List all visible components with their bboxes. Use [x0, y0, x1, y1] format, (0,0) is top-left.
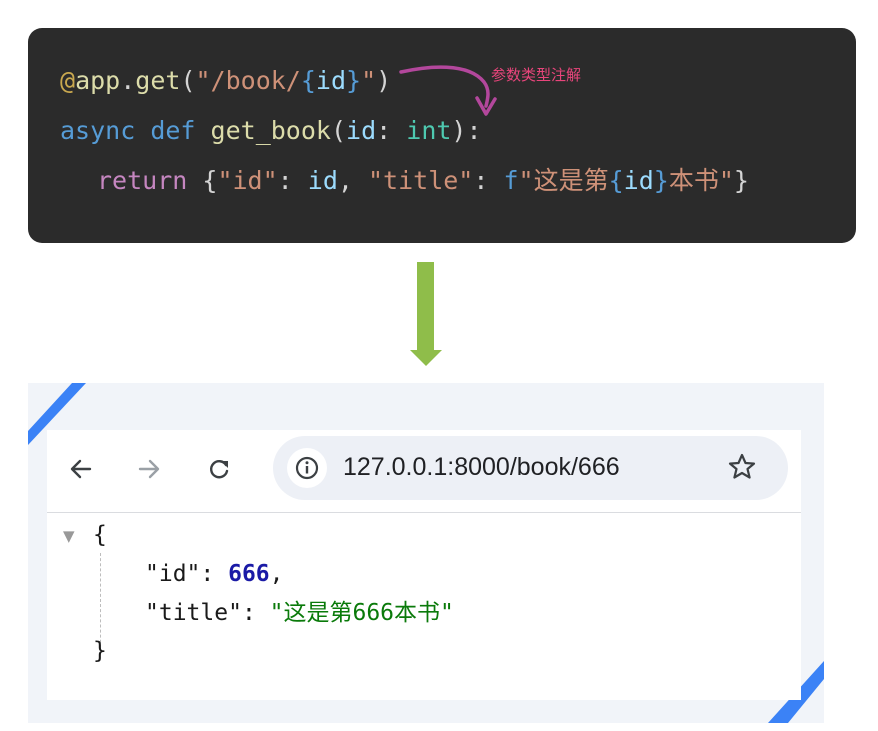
star-icon[interactable] [727, 452, 757, 489]
json-viewer: ▼ { "id": 666, "title": "这是第666本书" } [47, 513, 801, 700]
browser-window: 127.0.0.1:8000/book/666 ▼ { "id": 666, "… [47, 430, 801, 700]
json-close-brace: } [93, 638, 107, 664]
collapse-triangle-icon[interactable]: ▼ [63, 527, 75, 545]
info-icon[interactable] [287, 448, 327, 488]
back-arrow-icon[interactable] [62, 450, 100, 488]
reload-icon[interactable] [200, 450, 238, 488]
json-row-id: "id": 666, [145, 561, 284, 587]
address-bar[interactable]: 127.0.0.1:8000/book/666 [273, 436, 788, 500]
json-value-title: "这是第666本书" [269, 600, 454, 626]
json-key-title: "title" [145, 600, 242, 626]
json-key-id: "id" [145, 561, 201, 587]
annotation-arrow-icon [399, 65, 497, 116]
json-row-title: "title": "这是第666本书" [145, 600, 454, 626]
browser-screenshot: 127.0.0.1:8000/book/666 ▼ { "id": 666, "… [28, 383, 824, 723]
url-text[interactable]: 127.0.0.1:8000/book/666 [343, 453, 620, 482]
code-panel: @app.get("/book/{id}") async def get_boo… [28, 28, 856, 243]
browser-toolbar: 127.0.0.1:8000/book/666 [47, 430, 801, 513]
json-open-brace: { [93, 522, 107, 548]
json-value-id: 666 [228, 561, 270, 587]
type-annotation-label: 参数类型注解 [491, 66, 582, 84]
forward-arrow-icon[interactable] [130, 450, 168, 488]
down-arrow-icon [410, 262, 442, 366]
